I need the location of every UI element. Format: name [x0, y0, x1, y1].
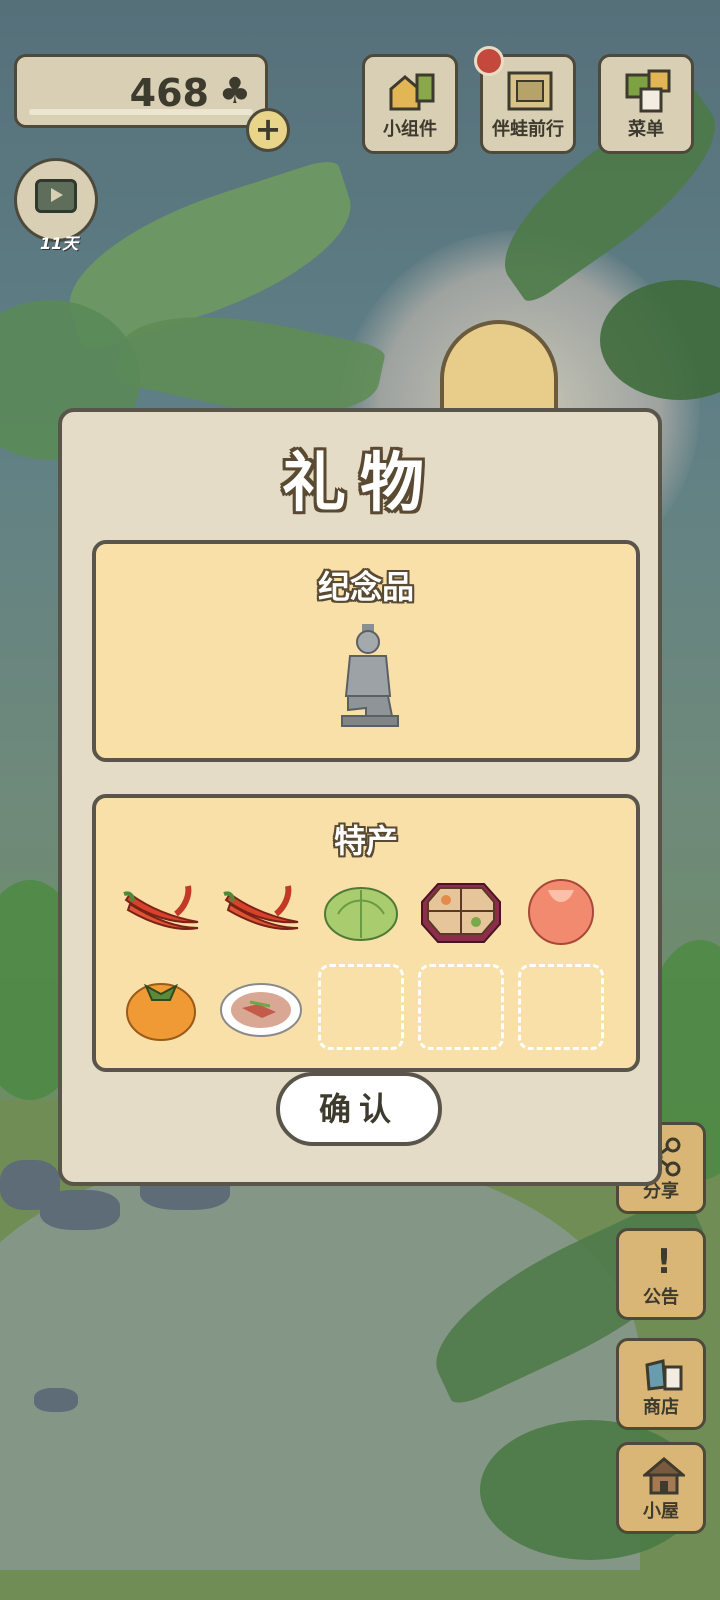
- shop-bag-icon: [645, 1359, 683, 1391]
- shop-label: 商店: [643, 1397, 679, 1418]
- notice-button[interactable]: ! 公告: [616, 1228, 706, 1320]
- notice-label: 公告: [643, 1287, 679, 1308]
- persimmon-icon[interactable]: [118, 964, 204, 1050]
- gift-dialog: 礼物 纪念品 特产 确认: [58, 408, 662, 1186]
- souvenir-title: 纪念品: [317, 568, 414, 606]
- journey-label: 伴蛙前行: [492, 119, 564, 140]
- clover-icon: ♣: [218, 71, 251, 112]
- rock: [34, 1388, 78, 1412]
- clover-counter: 468 ♣: [14, 54, 268, 128]
- menu-label: 菜单: [628, 119, 664, 140]
- bento-box-icon[interactable]: [418, 866, 504, 952]
- shop-button[interactable]: 商店: [616, 1338, 706, 1430]
- cabbage-icon[interactable]: [318, 866, 404, 952]
- add-clover-button[interactable]: +: [246, 108, 290, 152]
- peach-icon[interactable]: [518, 866, 604, 952]
- chili-pepper-icon[interactable]: [118, 866, 204, 952]
- specialty-panel: 特产: [92, 794, 640, 1072]
- journal-icon: [507, 71, 553, 111]
- widget-button[interactable]: 小组件: [362, 54, 458, 154]
- counter-underline: [29, 109, 253, 115]
- rock: [40, 1190, 120, 1230]
- notification-dot: [474, 46, 504, 76]
- menu-button[interactable]: 菜单: [598, 54, 694, 154]
- specialty-title: 特产: [333, 822, 398, 860]
- terracotta-warrior-icon[interactable]: [326, 620, 410, 732]
- empty-item-slot: [418, 964, 504, 1050]
- widget-icon: [389, 73, 435, 111]
- menu-cards-icon: [625, 69, 671, 113]
- tv-icon: [35, 179, 77, 213]
- dialog-title: 礼物: [282, 447, 438, 521]
- souvenir-panel: 纪念品: [92, 540, 640, 762]
- house-button[interactable]: 小屋: [616, 1442, 706, 1534]
- house-label: 小屋: [643, 1501, 679, 1522]
- tv-days-label: 11天: [40, 234, 79, 253]
- house-icon: [643, 1457, 685, 1495]
- widget-label: 小组件: [383, 119, 437, 140]
- dish-plate-icon[interactable]: [218, 964, 304, 1050]
- chili-pepper-icon[interactable]: [218, 866, 304, 952]
- empty-item-slot: [318, 964, 404, 1050]
- exclamation-icon: !: [656, 1242, 672, 1282]
- confirm-button[interactable]: 确认: [276, 1072, 442, 1146]
- empty-item-slot: [518, 964, 604, 1050]
